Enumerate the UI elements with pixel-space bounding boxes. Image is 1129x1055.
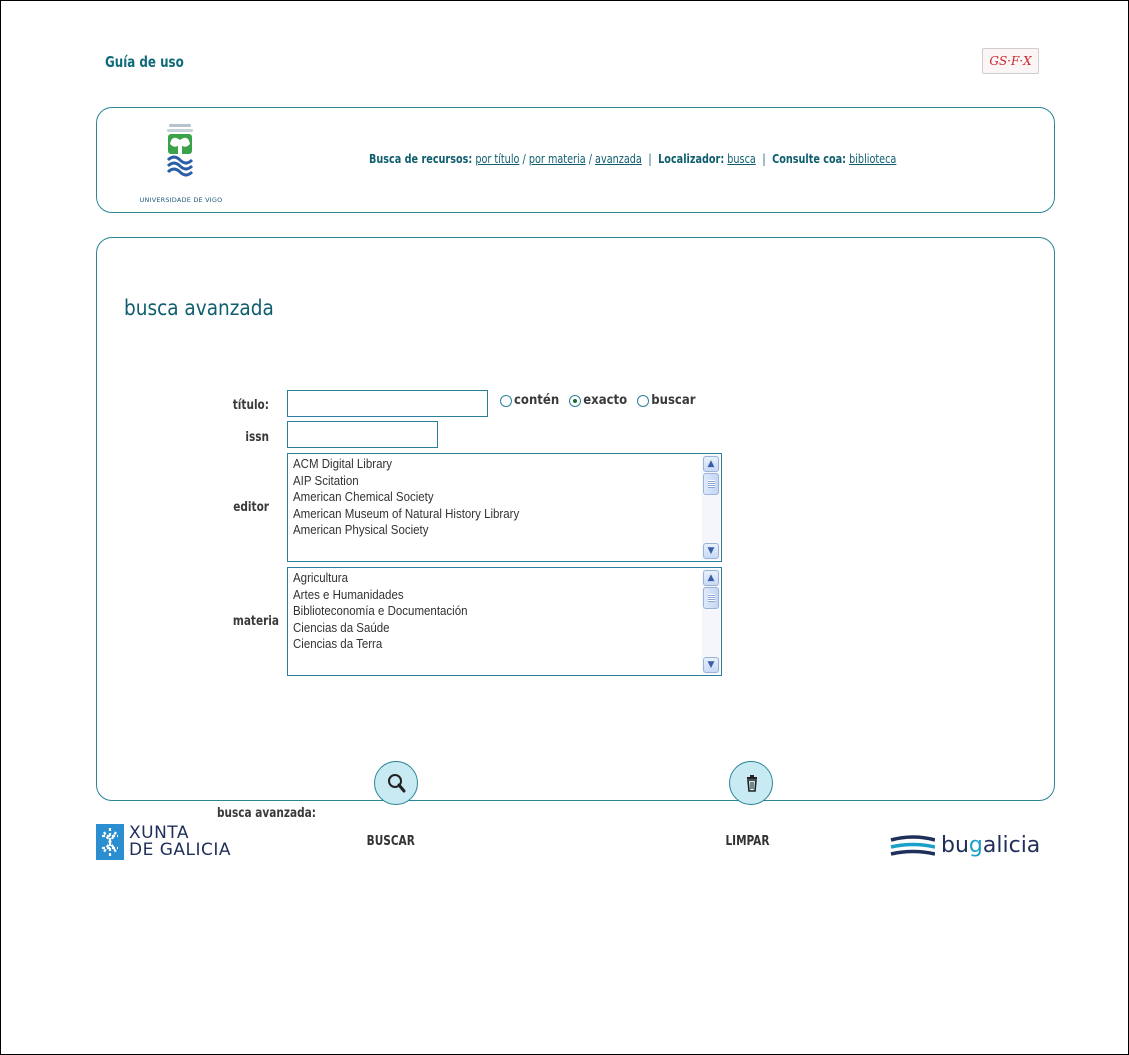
materia-field-label: materia xyxy=(232,614,279,629)
list-item[interactable]: Agricultura xyxy=(293,570,687,587)
bugalicia-wordmark: bugalicia xyxy=(941,833,1040,858)
bugalicia-prefix: bu xyxy=(941,833,969,858)
consult-label: Consulte coa: xyxy=(772,151,847,166)
scroll-up-icon[interactable]: ▲ xyxy=(703,570,719,586)
scroll-down-icon[interactable]: ▼ xyxy=(703,543,719,559)
scroll-thumb[interactable] xyxy=(703,473,719,495)
nav-separator: | xyxy=(648,151,652,166)
resources-label: Busca de recursos: xyxy=(369,151,473,166)
nav-separator: | xyxy=(762,151,766,166)
list-item[interactable]: Biblioteconomía e Documentación xyxy=(293,603,687,620)
xunta-line2: DE GALICIA xyxy=(129,840,232,860)
scroll-down-icon[interactable]: ▼ xyxy=(703,657,719,673)
radio-exact[interactable]: exacto xyxy=(569,393,627,408)
radio-circle[interactable] xyxy=(637,394,650,407)
radio-search-label: buscar xyxy=(651,393,696,408)
radio-search[interactable]: buscar xyxy=(637,393,696,408)
university-logo-icon xyxy=(166,124,194,177)
search-panel: busca avanzada título: contén exacto bus… xyxy=(96,237,1055,849)
bugalicia-g: g xyxy=(968,833,983,858)
issn-input[interactable] xyxy=(287,421,438,448)
radio-circle[interactable] xyxy=(500,394,512,407)
sfx-text: S·F·X xyxy=(998,54,1032,68)
sfx-logo[interactable]: GS·F·X xyxy=(982,48,1039,74)
section-title: busca avanzada xyxy=(124,296,274,320)
list-item[interactable]: Ciencias da Terra xyxy=(293,636,687,653)
list-item[interactable]: Ciencias da Saúde xyxy=(293,620,687,637)
radio-contains-label: contén xyxy=(514,393,560,408)
page-frame: Guía de uso GS·F·X UNIVERSIDADE DE VIGO … xyxy=(0,0,1129,1055)
bugalicia-suffix: alicia xyxy=(982,833,1041,858)
guide-link[interactable]: Guía de uso xyxy=(105,53,184,71)
xunta-emblem-icon xyxy=(96,824,124,860)
list-item[interactable]: American Chemical Society xyxy=(293,489,687,506)
status-label: busca avanzada: xyxy=(217,806,316,821)
nav-slash: / xyxy=(522,151,526,166)
materia-scrollbar[interactable]: ▲ ▼ xyxy=(702,569,720,674)
title-field-label: título: xyxy=(232,398,269,413)
list-item[interactable]: American Museum of Natural History Libra… xyxy=(293,506,687,523)
bugalicia-logo: bugalicia xyxy=(889,833,1040,858)
clear-button-label[interactable]: LIMPAR xyxy=(725,834,769,849)
radio-contains[interactable]: contén xyxy=(500,393,559,408)
header-nav: Busca de recursos: por título / por mate… xyxy=(369,151,896,166)
list-item[interactable]: ACM Digital Library xyxy=(293,456,687,473)
trash-icon xyxy=(747,775,757,792)
issn-field-label: issn xyxy=(245,430,269,445)
nav-slash: / xyxy=(588,151,592,166)
xunta-logo: XUNTA DE GALICIA xyxy=(96,824,231,860)
university-logo-caption: UNIVERSIDADE DE VIGO xyxy=(139,196,223,204)
nav-link-advanced[interactable]: avanzada xyxy=(595,151,642,166)
sfx-mark: G xyxy=(989,54,999,68)
editor-scrollbar[interactable]: ▲ ▼ xyxy=(702,455,720,560)
editor-field-label: editor xyxy=(233,500,269,515)
editor-listbox[interactable]: ACM Digital Library AIP Scitation Americ… xyxy=(287,453,722,562)
nav-link-by-title[interactable]: por título xyxy=(475,151,519,166)
search-button[interactable] xyxy=(374,761,418,805)
search-button-label[interactable]: BUSCAR xyxy=(367,834,415,849)
radio-exact-label: exacto xyxy=(583,393,628,408)
nav-link-locator-search[interactable]: busca xyxy=(727,151,756,166)
match-type-radio-group: contén exacto buscar xyxy=(500,393,702,411)
list-item[interactable]: AIP Scitation xyxy=(293,473,687,490)
list-item[interactable]: American Physical Society xyxy=(293,522,687,539)
title-input[interactable] xyxy=(287,390,488,417)
nav-link-library[interactable]: biblioteca xyxy=(849,151,896,166)
scroll-thumb[interactable] xyxy=(703,587,719,609)
header-panel: UNIVERSIDADE DE VIGO Busca de recursos: … xyxy=(96,107,1055,213)
bugalicia-stripes-icon xyxy=(890,834,935,856)
radio-circle-selected[interactable] xyxy=(569,394,582,407)
locator-label: Localizador: xyxy=(658,151,725,166)
materia-listbox[interactable]: Agricultura Artes e Humanidades Bibliote… xyxy=(287,567,722,676)
list-item[interactable]: Artes e Humanidades xyxy=(293,587,687,604)
magnifier-icon xyxy=(388,774,406,793)
clear-button[interactable] xyxy=(729,761,773,805)
nav-link-by-subject[interactable]: por materia xyxy=(529,151,586,166)
scroll-up-icon[interactable]: ▲ xyxy=(703,456,719,472)
